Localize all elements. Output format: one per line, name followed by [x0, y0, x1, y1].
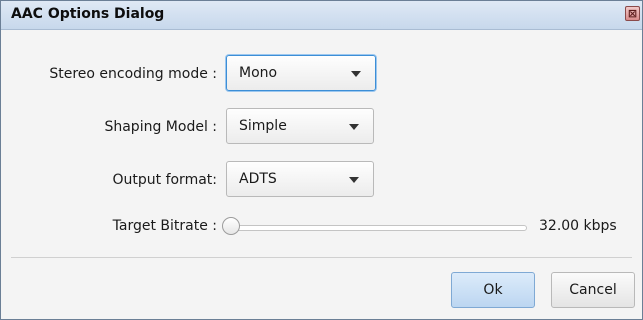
- close-icon: ⊠: [627, 7, 638, 20]
- chevron-down-icon: [349, 124, 359, 130]
- title-bar[interactable]: AAC Options Dialog ⊠: [1, 1, 642, 30]
- ok-button[interactable]: Ok: [451, 272, 535, 308]
- stereo-encoding-label: Stereo encoding mode :: [49, 66, 217, 82]
- cancel-button[interactable]: Cancel: [551, 272, 635, 308]
- close-button[interactable]: ⊠: [625, 6, 640, 21]
- target-bitrate-slider-thumb[interactable]: [222, 217, 240, 235]
- target-bitrate-label: Target Bitrate :: [112, 218, 217, 234]
- dialog-title: AAC Options Dialog: [11, 6, 165, 22]
- target-bitrate-value: 32.00 kbps: [539, 218, 617, 234]
- output-format-dropdown[interactable]: ADTS: [226, 161, 374, 197]
- aac-options-dialog: AAC Options Dialog ⊠ Stereo encoding mod…: [0, 0, 643, 320]
- button-separator: [11, 257, 632, 258]
- chevron-down-icon: [349, 177, 359, 183]
- stereo-encoding-value: Mono: [239, 65, 278, 81]
- stereo-encoding-dropdown[interactable]: Mono: [226, 55, 376, 91]
- output-format-label: Output format:: [112, 172, 217, 188]
- shaping-model-value: Simple: [239, 118, 287, 134]
- chevron-down-icon: [351, 71, 361, 77]
- shaping-model-dropdown[interactable]: Simple: [226, 108, 374, 144]
- output-format-value: ADTS: [239, 171, 277, 187]
- target-bitrate-slider-track[interactable]: [229, 225, 527, 231]
- shaping-model-label: Shaping Model :: [104, 119, 217, 135]
